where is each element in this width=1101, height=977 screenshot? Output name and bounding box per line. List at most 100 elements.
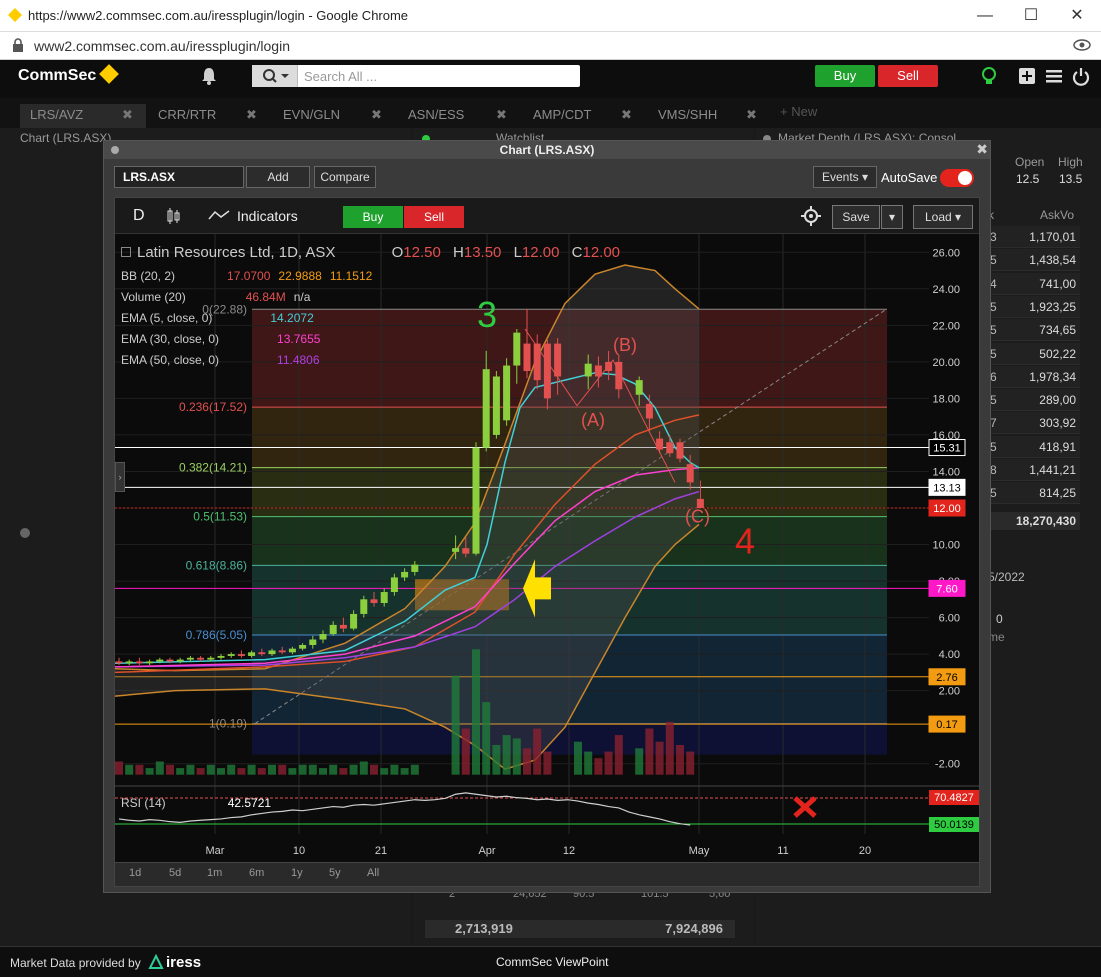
candle-body — [309, 639, 317, 645]
tab-evn-gln[interactable]: EVN/GLN ✖ — [273, 104, 395, 128]
depth-row[interactable]: 5 814,25 — [990, 482, 1080, 505]
chart-buy-button[interactable]: Buy — [343, 206, 403, 228]
header-sell-button[interactable]: Sell — [878, 65, 938, 87]
url-text[interactable]: www2.commsec.com.au/iressplugin/login — [34, 38, 290, 54]
new-tab-button[interactable]: + New — [780, 104, 817, 119]
zero-value: 0 — [996, 612, 1003, 626]
fib-label: 0.5(11.53) — [193, 510, 247, 524]
close-tab-icon[interactable]: ✖ — [122, 104, 133, 126]
depth-row[interactable]: 6 1,978,34 — [990, 365, 1080, 388]
y-axis-label: 6.00 — [939, 613, 960, 625]
panel-handle-icon[interactable] — [18, 526, 32, 540]
legend-ema5-row: EMA (5, close, 0) 14.2072 — [121, 311, 314, 325]
workspace-tabs: LRS/AVZ ✖ CRR/RTR ✖ EVN/GLN ✖ ASN/ESS ✖ AMP/… — [0, 98, 1101, 128]
interval-button[interactable]: D — [133, 207, 145, 225]
depth-row[interactable]: 5 1,438,54 — [990, 249, 1080, 272]
period-1d[interactable]: 1d — [129, 867, 141, 879]
close-tab-icon[interactable]: ✖ — [621, 104, 632, 126]
ema50-value: 11.4806 — [277, 353, 320, 367]
close-tab-icon[interactable]: ✖ — [496, 104, 507, 126]
depth-row[interactable]: 5 734,65 — [990, 319, 1080, 342]
volume-bar — [329, 764, 338, 775]
legend-bb-row: BB (20, 2) 17.0700 22.9888 11.1512 — [121, 269, 372, 283]
candle-body — [411, 564, 419, 572]
lightbulb-icon[interactable] — [980, 66, 998, 88]
depth-count: 3 — [990, 230, 997, 244]
save-dropdown[interactable]: ▾ — [881, 205, 903, 229]
eye-icon[interactable] — [1073, 38, 1091, 52]
indicators-icon[interactable] — [208, 209, 230, 221]
depth-row[interactable]: 5 289,00 — [990, 389, 1080, 412]
power-icon[interactable] — [1072, 66, 1090, 86]
close-tab-icon[interactable]: ✖ — [371, 104, 382, 126]
panel-collapse-handle[interactable]: › — [115, 462, 125, 492]
wave-annotation: (A) — [581, 410, 605, 430]
date-field[interactable]: 5/2022 — [988, 570, 1025, 584]
load-dropdown[interactable]: Load ▾ — [913, 205, 973, 229]
depth-row[interactable]: 7 303,92 — [990, 412, 1080, 435]
indicators-button[interactable]: Indicators — [237, 208, 298, 224]
tab-amp-cdt[interactable]: AMP/CDT ✖ — [523, 104, 645, 128]
depth-count: 4 — [990, 276, 997, 291]
depth-row[interactable]: 8 1,441,21 — [990, 459, 1080, 481]
symbol-input[interactable]: LRS.ASX — [114, 166, 244, 188]
close-tab-icon[interactable]: ✖ — [746, 104, 757, 126]
tab-vms-shh[interactable]: VMS/SHH ✖ — [648, 104, 770, 128]
address-bar[interactable]: www2.commsec.com.au/iressplugin/login — [0, 32, 1101, 60]
add-button[interactable]: Add — [246, 166, 310, 188]
period-all[interactable]: All — [367, 867, 379, 879]
depth-row[interactable]: 3 1,170,01 — [990, 226, 1080, 248]
compare-button[interactable]: Compare — [314, 166, 376, 188]
period-1m[interactable]: 1m — [207, 867, 222, 879]
chart-window-title[interactable]: Chart (LRS.ASX) — [104, 141, 990, 159]
chart-window-close-icon[interactable]: ✖ — [976, 141, 988, 158]
watchlist-totals: 2,713,919 7,924,896 — [425, 920, 735, 938]
ema30-value: 13.7655 — [277, 332, 321, 346]
tab-asn-ess[interactable]: ASN/ESS ✖ — [398, 104, 520, 128]
tab-lrs-avz[interactable]: LRS/AVZ ✖ — [20, 104, 146, 128]
price-label: 7.60 — [936, 583, 957, 595]
header-buy-button[interactable]: Buy — [815, 65, 875, 87]
depth-volume: 502,22 — [1039, 346, 1076, 361]
search-input[interactable]: Search All ... — [304, 69, 377, 84]
commsec-logo[interactable]: CommSec — [18, 64, 120, 85]
load-label: Load — [924, 210, 952, 224]
depth-row[interactable]: 5 418,91 — [990, 435, 1080, 458]
volume-bar — [645, 728, 654, 775]
price-label: 12.00 — [933, 503, 961, 515]
tab-crr-rtr[interactable]: CRR/RTR ✖ — [148, 104, 270, 128]
bell-icon[interactable] — [200, 66, 218, 86]
events-dropdown[interactable]: Events ▾ — [813, 166, 877, 188]
period-5d[interactable]: 5d — [169, 867, 181, 879]
footer: Market Data provided by iress CommSec Vi… — [0, 946, 1101, 977]
collapse-icon[interactable] — [121, 247, 131, 257]
add-icon[interactable] — [1018, 66, 1036, 86]
save-button[interactable]: Save — [832, 205, 880, 229]
chart-sell-button[interactable]: Sell — [404, 206, 464, 228]
high-letter: H — [453, 244, 464, 261]
depth-volume: 1,438,54 — [1029, 253, 1076, 268]
search-scope-button[interactable] — [252, 65, 298, 87]
volume-bar — [125, 764, 134, 775]
close-tab-icon[interactable]: ✖ — [246, 104, 257, 126]
bb-label: BB (20, 2) — [121, 269, 176, 283]
candle-type-icon[interactable] — [165, 207, 181, 225]
depth-row[interactable]: 5 502,22 — [990, 342, 1080, 365]
minimize-icon[interactable]: — — [962, 4, 1008, 28]
search-box[interactable]: Search All ... — [252, 65, 580, 87]
x-axis-label: 11 — [777, 845, 788, 857]
autosave-toggle[interactable] — [940, 169, 974, 187]
period-6m[interactable]: 6m — [249, 867, 264, 879]
period-1y[interactable]: 1y — [291, 867, 303, 879]
volume-bar — [319, 768, 327, 775]
period-5y[interactable]: 5y — [329, 867, 341, 879]
settings-gear-icon[interactable] — [801, 206, 821, 226]
close-window-icon[interactable]: ✕ — [1054, 4, 1100, 28]
x-axis-label: 21 — [375, 845, 387, 857]
depth-row[interactable]: 4 741,00 — [990, 272, 1080, 295]
maximize-icon[interactable]: ☐ — [1008, 4, 1054, 28]
volume-bar — [523, 748, 531, 775]
menu-icon[interactable] — [1045, 66, 1063, 86]
depth-count: 8 — [990, 463, 997, 477]
depth-row[interactable]: 5 1,923,25 — [990, 295, 1080, 318]
